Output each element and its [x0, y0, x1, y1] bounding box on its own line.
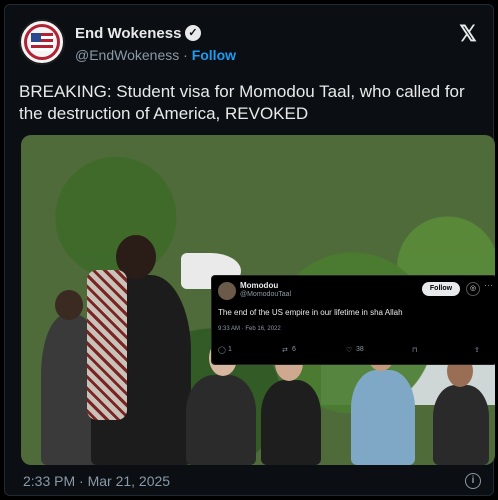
embedded-tweet: Momodou @MomodouTaal Follow ◎ ··· The en…: [211, 275, 495, 365]
follow-button[interactable]: Follow: [192, 47, 236, 63]
tweet-text: BREAKING: Student visa for Momodou Taal,…: [19, 82, 465, 123]
x-logo-icon[interactable]: 𝕏: [457, 23, 479, 45]
avatar[interactable]: [19, 19, 65, 65]
info-icon[interactable]: i: [465, 473, 481, 489]
photo-person: [351, 370, 415, 465]
like-count: 38: [356, 346, 364, 353]
photo-person-head: [55, 290, 83, 320]
tweet-card: End Wokeness ✓ @EndWokeness · Follow 𝕏 B…: [4, 4, 495, 496]
photo-person: [186, 375, 256, 465]
repost-count: 6: [292, 346, 296, 353]
bookmark-icon: ⊓: [412, 347, 418, 354]
embedded-date: 9:33 AM · Feb 16, 2022: [218, 326, 281, 332]
more-icon: ···: [484, 280, 493, 290]
separator: ·: [183, 47, 188, 63]
photo-keffiyeh: [87, 270, 127, 420]
repost-icon: ⇄: [282, 347, 288, 354]
embedded-name: Momodou: [240, 281, 279, 290]
embedded-follow-button: Follow: [422, 282, 460, 296]
embedded-actions: ◯ 1 ⇄ 6 ♡ 38 ⊓ ⇪: [218, 346, 490, 358]
flag-canton: [31, 33, 41, 42]
photo-person: [261, 380, 321, 465]
verified-badge-icon: ✓: [185, 25, 201, 41]
embedded-avatar: [218, 282, 236, 300]
account-handle[interactable]: @EndWokeness: [75, 47, 179, 63]
photo-person: [433, 385, 489, 465]
share-icon: ⇪: [474, 347, 480, 354]
embedded-handle: @MomodouTaal: [240, 291, 292, 298]
like-icon: ♡: [346, 347, 353, 354]
reply-icon: ◯: [218, 347, 226, 354]
reply-count: 1: [228, 346, 232, 353]
tweet-media-photo[interactable]: Momodou @MomodouTaal Follow ◎ ··· The en…: [21, 135, 495, 465]
tweet-timestamp[interactable]: 2:33 PM · Mar 21, 2025: [23, 473, 170, 489]
account-handle-row: @EndWokeness · Follow: [75, 47, 236, 63]
embedded-text: The end of the US empire in our lifetime…: [218, 308, 403, 317]
grok-icon: ◎: [466, 282, 480, 296]
account-name[interactable]: End Wokeness: [75, 25, 181, 42]
tweet-header: End Wokeness ✓ @EndWokeness · Follow 𝕏: [19, 19, 479, 69]
